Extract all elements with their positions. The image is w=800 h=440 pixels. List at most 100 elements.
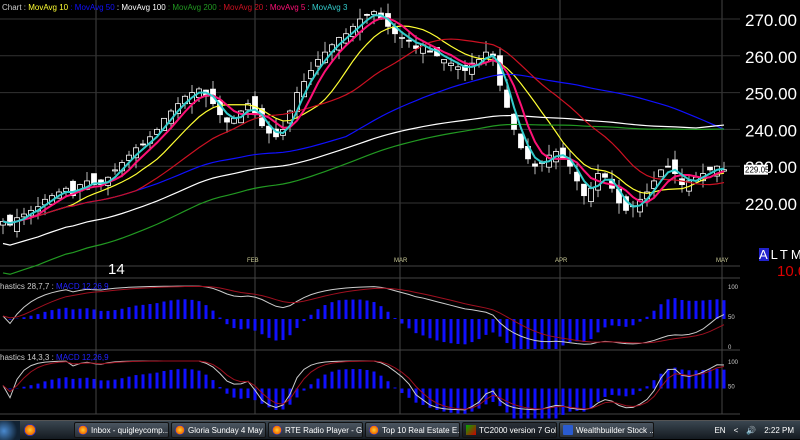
macd-bar <box>128 377 131 389</box>
macd-bar <box>373 302 376 319</box>
macd-bar <box>366 370 369 389</box>
legend-item: MovAvg 10 <box>28 3 68 12</box>
month-label: APR <box>555 258 568 264</box>
symbol-label: ALTMU <box>759 247 800 262</box>
macd-bar <box>324 305 327 319</box>
taskbar-item-label: TC2000 version 7 Gol... <box>479 426 557 435</box>
stochastic-line <box>3 361 724 409</box>
candle <box>533 164 538 166</box>
macd-bar <box>485 389 488 405</box>
macd-bar <box>597 319 600 332</box>
macd-bar <box>597 389 600 402</box>
candle <box>561 148 566 159</box>
macd-bar <box>562 389 565 415</box>
firefox-icon <box>78 425 88 435</box>
macd-bar <box>142 374 145 388</box>
macd-bar <box>541 389 544 419</box>
taskbar-item[interactable]: Wealthbuilder Stock ... <box>559 422 654 438</box>
candle <box>428 51 433 52</box>
macd-bar <box>681 300 684 319</box>
macd-bar <box>590 319 593 339</box>
macd-bar <box>653 311 656 319</box>
macd-bar <box>695 301 698 319</box>
legend-item: : MovAvg 200 <box>166 3 217 12</box>
macd-bar <box>23 387 26 389</box>
language-indicator[interactable]: EN <box>714 426 725 435</box>
macd-bar <box>303 389 306 391</box>
macd-bar <box>401 389 404 394</box>
macd-bar <box>331 372 334 389</box>
candle <box>407 40 412 41</box>
macd-bar <box>86 308 89 319</box>
macd-bar <box>156 373 159 389</box>
macd-bar <box>366 300 369 319</box>
macd-bar <box>212 311 215 319</box>
month-label: MAY <box>716 258 729 264</box>
candle <box>64 188 69 191</box>
taskbar-item[interactable]: Inbox - quigleycomp... <box>74 422 169 438</box>
taskbar-item[interactable]: RTE Radio Player - Gl... <box>268 422 363 438</box>
system-tray: EN < 🔊 2:22 PM <box>714 426 800 435</box>
macd-bar <box>625 319 628 327</box>
macd-bar <box>317 309 320 319</box>
stock-chart[interactable]: 220.00230.00240.00250.00260.00270.00229.… <box>0 0 800 420</box>
macd-bar <box>289 319 292 335</box>
macd-bar <box>387 381 390 388</box>
candle <box>708 167 713 170</box>
macd-bar <box>170 370 173 389</box>
macd-bar <box>520 389 523 419</box>
macd-bar <box>345 300 348 319</box>
indicator-tick: 50 <box>728 315 735 321</box>
macd-bar <box>58 309 61 319</box>
panel1-title: hastics 28,7,7 : MACD 12,26,9 <box>0 282 109 291</box>
moving-average-line <box>3 74 724 223</box>
chevron-left-icon[interactable]: < <box>734 426 739 435</box>
macd-bar <box>261 389 264 404</box>
clock[interactable]: 2:22 PM <box>764 426 794 435</box>
macd-bar <box>331 302 334 319</box>
macd-bar <box>415 319 418 333</box>
macd-bar <box>520 319 523 349</box>
moving-average-line <box>3 15 724 223</box>
macd-bar <box>632 319 635 325</box>
macd-bar <box>394 318 397 319</box>
start-button[interactable] <box>0 421 20 440</box>
macd-bar <box>163 302 166 319</box>
macd-bar <box>534 319 537 349</box>
macd-bar <box>9 319 12 320</box>
macd-bar <box>247 319 250 329</box>
candle <box>113 170 118 171</box>
y-tick-label: 270.00 <box>745 11 797 30</box>
firefox-icon[interactable] <box>24 424 36 436</box>
taskbar-item[interactable]: TC2000 version 7 Gol... <box>462 422 557 438</box>
macd-bar <box>93 309 96 319</box>
taskbar-item[interactable]: Top 10 Real Estate E... <box>365 422 460 438</box>
taskbar-item-label: Gloria Sunday 4 May ... <box>188 426 266 435</box>
macd-bar <box>107 380 110 388</box>
month-label: MAR <box>394 258 408 264</box>
macd-bar <box>618 319 621 326</box>
volume-icon[interactable]: 🔊 <box>746 426 756 435</box>
indicator-tick: 100 <box>728 285 739 291</box>
candle <box>316 59 321 66</box>
legend-item: : MovAvg 50 <box>68 3 115 12</box>
candle <box>603 174 608 177</box>
macd-bar <box>506 319 509 343</box>
macd-bar <box>373 372 376 389</box>
macd-bar <box>65 377 68 388</box>
macd-bar <box>226 389 229 394</box>
macd-bar <box>359 300 362 319</box>
macd-bar <box>639 389 642 392</box>
macd-bar <box>261 319 264 334</box>
candle <box>400 37 405 38</box>
candle <box>582 184 587 195</box>
firefox-icon <box>175 425 185 435</box>
macd-bar <box>485 319 488 335</box>
macd-bar <box>177 300 180 319</box>
candle <box>659 170 664 177</box>
macd-bar <box>723 300 726 319</box>
macd-bar <box>177 369 180 388</box>
candle <box>225 118 230 122</box>
taskbar-item[interactable]: Gloria Sunday 4 May ... <box>171 422 266 438</box>
candle <box>22 214 27 217</box>
